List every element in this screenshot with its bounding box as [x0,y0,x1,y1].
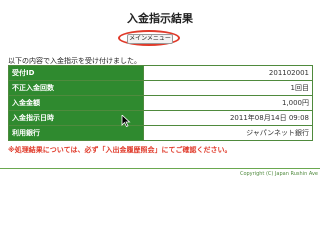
page-title: 入金指示結果 [127,12,193,25]
row-value-receipt-id: 201102001 [143,65,313,81]
row-value-deposit-datetime: 2011年08月14日 09:08 [143,110,313,126]
table-row: 不正入金回数 1回目 [8,80,313,96]
table-row: 受付ID 201102001 [8,65,313,81]
row-label-deposit-amount: 入金金額 [8,95,144,111]
copyright-text: Copyright (C) Japan Rushin Ave [239,171,318,177]
table-row: 利用銀行 ジャパンネット銀行 [8,125,313,141]
row-label-deposit-count: 不正入金回数 [8,80,144,96]
row-value-deposit-amount: 1,000円 [143,95,313,111]
main-menu-button[interactable]: メインメニュー [127,34,173,44]
row-label-receipt-id: 受付ID [8,65,144,81]
row-value-bank: ジャパンネット銀行 [143,125,313,141]
table-row: 入金金額 1,000円 [8,95,313,111]
annotation-circle: メインメニュー [118,30,180,46]
mouse-cursor-icon [121,115,131,127]
footer-divider [0,168,320,169]
page: 入金指示結果 メインメニュー 以下の内容で入金指示を受け付けました。 受付ID … [0,0,320,240]
notice-text: ※処理結果については、必ず「入出金履歴照会」にてご確認ください。 [8,146,232,154]
table-row: 入金指示日時 2011年08月14日 09:08 [8,110,313,126]
results-table: 受付ID 201102001 不正入金回数 1回目 入金金額 1,000円 入金… [8,65,313,141]
row-label-bank: 利用銀行 [8,125,144,141]
row-value-deposit-count: 1回目 [143,80,313,96]
